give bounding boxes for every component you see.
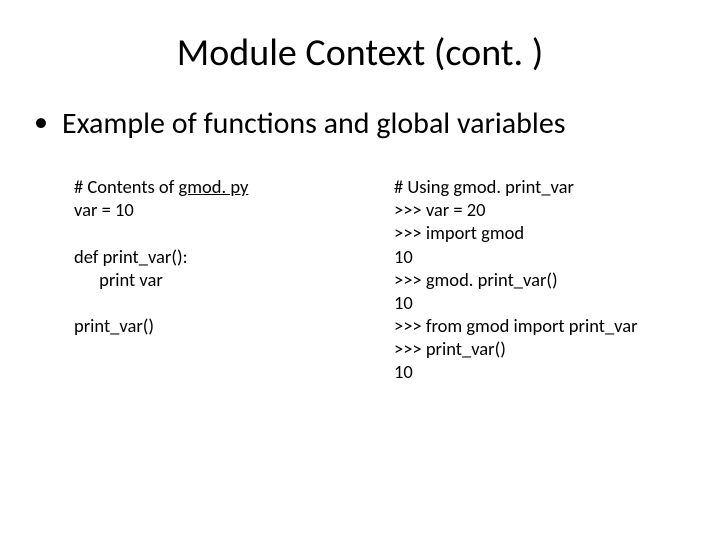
code-line: print_var() xyxy=(74,314,154,337)
code-line: >>> from gmod import print_var xyxy=(394,314,638,337)
code-line: def print_var(): xyxy=(74,245,188,268)
code-line: 10 xyxy=(394,291,413,314)
code-line: >>> var = 20 xyxy=(394,198,486,221)
code-line: 10 xyxy=(394,360,413,383)
bullet-text: Example of functions and global variable… xyxy=(62,106,566,142)
code-line: >>> gmod. print_var() xyxy=(394,268,558,291)
code-line: 10 xyxy=(394,245,413,268)
code-line: var = 10 xyxy=(74,198,134,221)
slide: Module Context (cont. ) • Example of fun… xyxy=(0,0,720,540)
code-column-right: # Using gmod. print_var >>> var = 20 >>>… xyxy=(394,152,680,406)
slide-title: Module Context (cont. ) xyxy=(40,30,680,76)
bullet-dot-icon: • xyxy=(34,106,48,138)
bullet-item: • Example of functions and global variab… xyxy=(34,106,680,142)
code-line: >>> import gmod xyxy=(394,221,524,244)
code-line: print var xyxy=(74,268,163,291)
code-line: >>> print_var() xyxy=(394,337,506,360)
code-line: # Using gmod. print_var xyxy=(394,175,574,198)
code-column-left: # Contents of gmod. py var = 10 def prin… xyxy=(74,152,394,406)
code-columns: # Contents of gmod. py var = 10 def prin… xyxy=(74,152,680,406)
code-line: # Contents of xyxy=(74,175,179,198)
code-filename: gmod. py xyxy=(179,175,249,198)
